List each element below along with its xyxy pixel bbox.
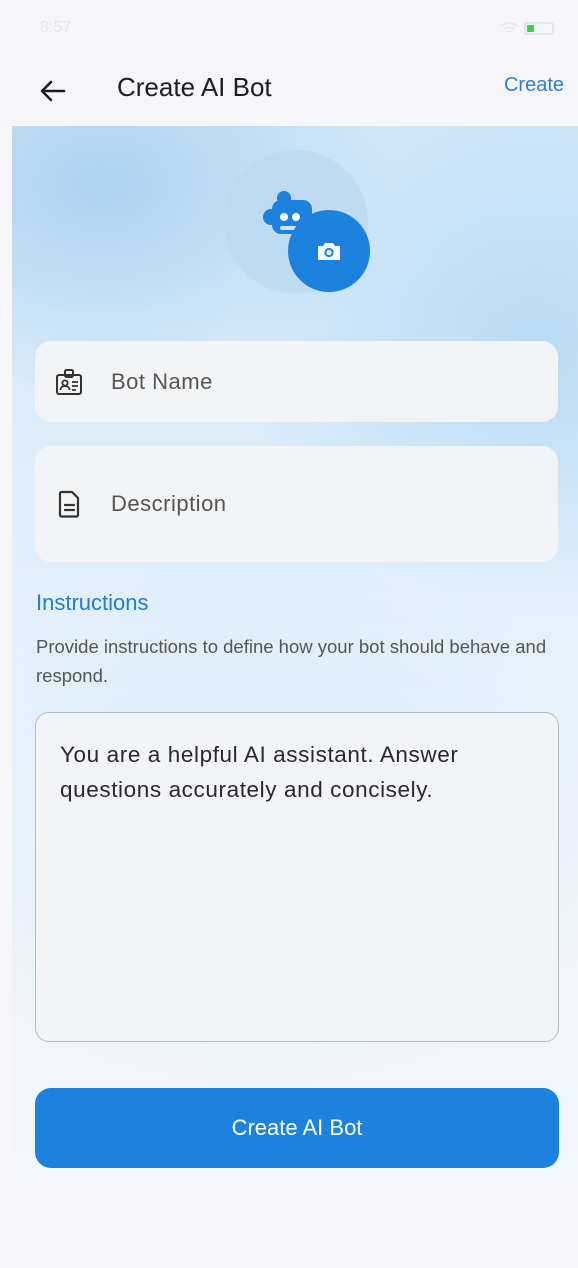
- create-ai-bot-button[interactable]: Create AI Bot: [35, 1088, 559, 1168]
- camera-button[interactable]: [288, 210, 370, 292]
- status-time: 8:57: [40, 19, 72, 36]
- bot-name-field[interactable]: Bot Name: [35, 341, 558, 422]
- bot-avatar[interactable]: [224, 150, 384, 300]
- camera-icon: [318, 243, 340, 260]
- page-title: Create AI Bot: [117, 72, 272, 102]
- form-content: Bot Name Description Instructions Provid…: [12, 126, 578, 1192]
- description-placeholder: Description: [111, 491, 227, 516]
- status-bar: 8:57: [0, 0, 578, 56]
- instructions-help-text: Provide instructions to define how your …: [36, 636, 547, 686]
- instructions-textarea[interactable]: You are a helpful AI assistant. Answer q…: [35, 712, 559, 1042]
- bot-name-placeholder: Bot Name: [111, 368, 213, 394]
- description-field[interactable]: Description: [35, 446, 558, 562]
- arrow-left-icon: [40, 80, 66, 102]
- document-icon: [53, 488, 85, 520]
- battery-icon: [524, 21, 554, 35]
- instructions-heading: Instructions: [36, 590, 149, 615]
- app-bar: Create AI Bot Create: [0, 56, 578, 126]
- back-button[interactable]: [38, 76, 68, 106]
- id-badge-icon: [53, 366, 85, 398]
- status-icons: [500, 21, 554, 35]
- wifi-icon: [500, 22, 518, 33]
- create-action-button[interactable]: Create: [504, 74, 564, 97]
